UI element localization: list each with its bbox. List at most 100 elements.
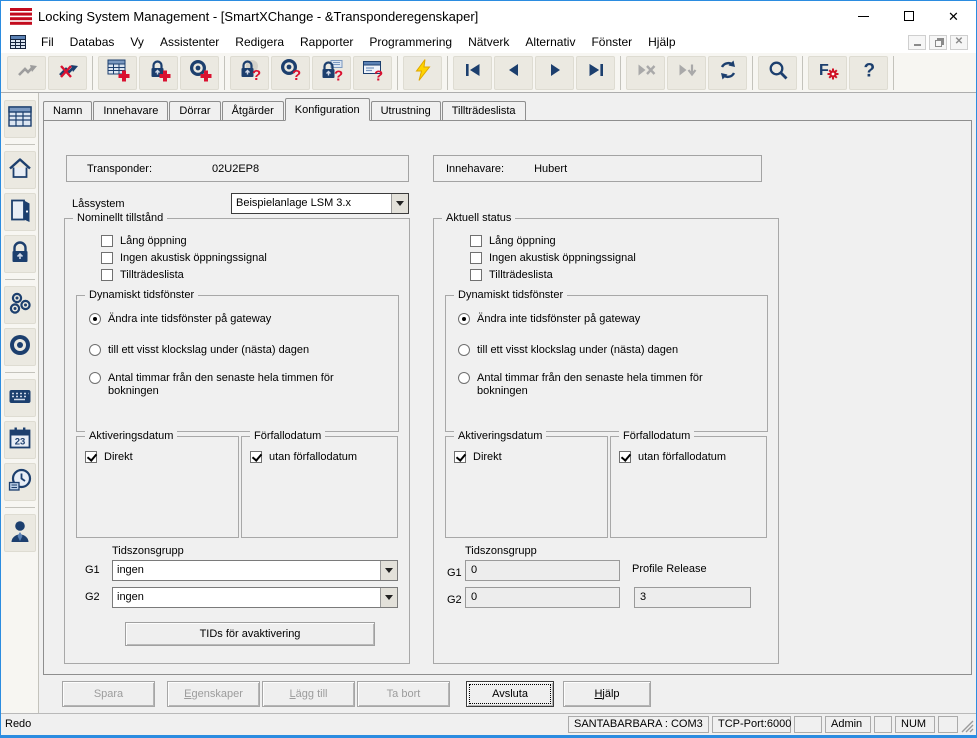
resize-grip-icon[interactable] bbox=[961, 720, 974, 733]
app-window: Locking System Management - [SmartXChang… bbox=[0, 0, 977, 738]
menu-databas[interactable]: Databas bbox=[62, 32, 123, 52]
door-icon bbox=[7, 197, 33, 228]
new-locking-system-button[interactable] bbox=[98, 56, 137, 90]
nominal-radio-fixed-time[interactable]: till ett visst klockslag under (nästa) d… bbox=[89, 344, 309, 356]
maximize-button[interactable] bbox=[886, 1, 931, 31]
menu-natverk[interactable]: Nätverk bbox=[460, 32, 517, 52]
mdi-minimize-button[interactable] bbox=[908, 35, 926, 50]
exit-button[interactable]: Avsluta bbox=[466, 681, 554, 707]
tab-utrustning[interactable]: Utrustning bbox=[371, 101, 441, 120]
sidebar-calendar-button[interactable]: 23 bbox=[4, 421, 36, 459]
nominal-g1-select[interactable]: ingen bbox=[112, 560, 398, 581]
apply-record-button[interactable] bbox=[667, 56, 706, 90]
sidebar-home-button[interactable] bbox=[4, 151, 36, 189]
menu-alternativ[interactable]: Alternativ bbox=[517, 32, 583, 52]
owner-label: Innehavare: bbox=[446, 163, 504, 175]
tab-tilltradeslista[interactable]: Tillträdeslista bbox=[442, 101, 526, 120]
read-transponder-button[interactable]: ? bbox=[271, 56, 310, 90]
program-flash-button[interactable] bbox=[403, 56, 442, 90]
search-button[interactable] bbox=[758, 56, 797, 90]
menu-programmering[interactable]: Programmering bbox=[361, 32, 460, 52]
next-record-button[interactable] bbox=[535, 56, 574, 90]
locking-system-dropdown-button[interactable] bbox=[391, 194, 408, 213]
menu-redigera[interactable]: Redigera bbox=[227, 32, 292, 52]
radio-icon bbox=[458, 313, 470, 325]
mdi-close-button[interactable]: ✕ bbox=[950, 35, 968, 50]
mdi-close-icon: ✕ bbox=[955, 37, 963, 47]
tab-konfiguration[interactable]: Konfiguration bbox=[285, 98, 370, 121]
new-transponder-button[interactable] bbox=[180, 56, 219, 90]
actual-radio-hours-from[interactable]: Antal timmar från den senaste hela timme… bbox=[458, 372, 748, 398]
sidebar-timezone-clock-button[interactable] bbox=[4, 463, 36, 501]
mdi-restore-button[interactable] bbox=[929, 35, 947, 50]
sidebar-separator bbox=[5, 372, 35, 373]
first-record-button[interactable] bbox=[453, 56, 492, 90]
nominal-radio-hours-from[interactable]: Antal timmar från den senaste hela timme… bbox=[89, 372, 379, 398]
svg-text:?: ? bbox=[334, 68, 343, 83]
actual-expiry-group: Förfallodatum utan förfallodatum bbox=[610, 436, 767, 538]
properties-button[interactable]: Egenskaper bbox=[167, 681, 260, 707]
checkbox-checked-icon bbox=[250, 451, 262, 463]
add-button[interactable]: Lägg till bbox=[262, 681, 355, 707]
actual-checkbox-access-list[interactable]: Tillträdeslista bbox=[470, 269, 553, 281]
new-lock-button[interactable] bbox=[139, 56, 178, 90]
sidebar-person-button[interactable] bbox=[4, 514, 36, 552]
actual-checkbox-no-acoustic[interactable]: Ingen akustisk öppningssignal bbox=[470, 252, 636, 264]
toolbar-separator bbox=[397, 56, 398, 90]
previous-record-button[interactable] bbox=[494, 56, 533, 90]
filter-settings-button[interactable]: F bbox=[808, 56, 847, 90]
lock-icon bbox=[7, 239, 33, 270]
sidebar-transponder-group-button[interactable] bbox=[4, 286, 36, 324]
menu-assistenter[interactable]: Assistenter bbox=[152, 32, 227, 52]
nominal-checkbox-long-opening[interactable]: Lång öppning bbox=[101, 235, 187, 247]
read-lock-card-button[interactable]: ? bbox=[312, 56, 351, 90]
nominal-radio-no-change[interactable]: Ändra inte tidsfönster på gateway bbox=[89, 313, 271, 325]
tab-atgarder[interactable]: Åtgärder bbox=[222, 101, 284, 120]
last-record-button[interactable] bbox=[576, 56, 615, 90]
read-window-button[interactable]: ? bbox=[353, 56, 392, 90]
toolbar-separator bbox=[224, 56, 225, 90]
refresh-button[interactable] bbox=[708, 56, 747, 90]
g1-dropdown-button[interactable] bbox=[380, 561, 397, 580]
menu-fil[interactable]: Fil bbox=[33, 32, 62, 52]
actual-radio-fixed-time[interactable]: till ett visst klockslag under (nästa) d… bbox=[458, 344, 678, 356]
tab-dorrar[interactable]: Dörrar bbox=[169, 101, 220, 120]
actual-checkbox-direct[interactable]: Direkt bbox=[454, 451, 502, 463]
sidebar-door-button[interactable] bbox=[4, 193, 36, 231]
connect-button[interactable] bbox=[7, 56, 46, 90]
sidebar-lock-button[interactable] bbox=[4, 235, 36, 273]
read-transponder-icon: ? bbox=[279, 58, 303, 87]
cancel-record-button[interactable] bbox=[626, 56, 665, 90]
menu-hjalp[interactable]: Hjälp bbox=[640, 32, 683, 52]
minimize-button[interactable] bbox=[841, 1, 886, 31]
title-bar: Locking System Management - [SmartXChang… bbox=[1, 1, 976, 31]
save-button[interactable]: Spara bbox=[62, 681, 155, 707]
tab-namn[interactable]: Namn bbox=[43, 101, 92, 120]
close-button[interactable]: ✕ bbox=[931, 1, 976, 31]
g2-dropdown-button[interactable] bbox=[380, 588, 397, 607]
nominal-checkbox-access-list[interactable]: Tillträdeslista bbox=[101, 269, 184, 281]
nominal-checkbox-no-expiry[interactable]: utan förfallodatum bbox=[250, 451, 357, 463]
profile-release-label: Profile Release bbox=[632, 563, 707, 575]
nominal-checkbox-direct[interactable]: Direkt bbox=[85, 451, 133, 463]
nominal-checkbox-no-acoustic[interactable]: Ingen akustisk öppningssignal bbox=[101, 252, 267, 264]
actual-checkbox-long-opening[interactable]: Lång öppning bbox=[470, 235, 556, 247]
sidebar-transponder-button[interactable] bbox=[4, 328, 36, 366]
nominal-g2-select[interactable]: ingen bbox=[112, 587, 398, 608]
remove-button[interactable]: Ta bort bbox=[357, 681, 450, 707]
menu-fonster[interactable]: Fönster bbox=[583, 32, 640, 52]
locking-system-select[interactable]: Beispielanlage LSM 3.x bbox=[231, 193, 409, 214]
help-button[interactable]: ? bbox=[849, 56, 888, 90]
help-dialog-button[interactable]: Hjälp bbox=[563, 681, 651, 707]
actual-checkbox-no-expiry[interactable]: utan förfallodatum bbox=[619, 451, 726, 463]
tab-innehavare[interactable]: Innehavare bbox=[93, 101, 168, 120]
sidebar-matrix-button[interactable] bbox=[4, 100, 36, 138]
tids-deactivation-button[interactable]: TIDs för avaktivering bbox=[125, 622, 375, 646]
menu-rapporter[interactable]: Rapporter bbox=[292, 32, 361, 52]
disconnect-button[interactable] bbox=[48, 56, 87, 90]
read-lock-button[interactable]: ? bbox=[230, 56, 269, 90]
sidebar-keyboard-button[interactable] bbox=[4, 379, 36, 417]
menu-vy[interactable]: Vy bbox=[122, 32, 152, 52]
actual-radio-no-change[interactable]: Ändra inte tidsfönster på gateway bbox=[458, 313, 640, 325]
status-connection: SANTABARBARA : COM3 bbox=[568, 716, 709, 733]
